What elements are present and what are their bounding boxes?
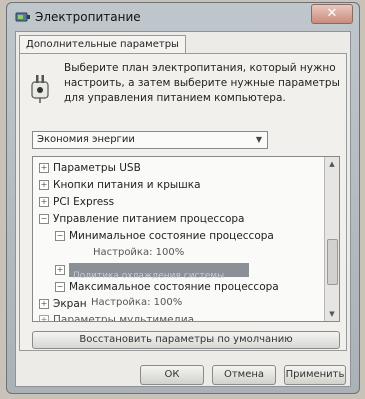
min-state-setting[interactable]: Настройка: 100% (93, 245, 184, 261)
tree-item-power-buttons[interactable]: + Кнопки питания и крышка (39, 177, 201, 193)
scroll-thumb[interactable] (327, 239, 338, 285)
power-options-window: Электропитание ✕ Дополнительные параметр… (6, 2, 360, 394)
selected-tree-row[interactable]: Политика охлаждения системы (69, 263, 249, 281)
dialog-client: Дополнительные параметры Выберите план э… (15, 31, 351, 387)
collapse-icon[interactable]: − (55, 282, 65, 292)
expand-icon[interactable]: + (39, 180, 49, 190)
scroll-up-icon[interactable]: ▲ (325, 157, 339, 171)
collapse-icon[interactable]: − (55, 231, 65, 241)
cancel-button[interactable]: Отмена (212, 365, 276, 385)
expand-icon[interactable]: + (39, 299, 49, 309)
expand-icon[interactable]: + (39, 197, 49, 207)
expand-icon[interactable]: + (39, 315, 49, 321)
expand-icon[interactable]: + (55, 265, 65, 275)
tree-item-processor-power[interactable]: − Управление питанием процессора (39, 211, 245, 227)
restore-defaults-button[interactable]: Восстановить параметры по умолчанию (32, 331, 340, 349)
apply-button[interactable]: Применить (284, 365, 346, 385)
tree-item-cooling-policy[interactable]: + (55, 262, 69, 278)
power-plan-value: Экономия энергии (37, 134, 135, 145)
tree-item-max-processor-state[interactable]: − Максимальное состояние процессора (55, 279, 279, 295)
power-plan-select[interactable]: Экономия энергии ▼ (32, 131, 268, 149)
power-options-icon (15, 12, 30, 22)
tree-item-usb[interactable]: + Параметры USB (39, 160, 141, 176)
scroll-down-icon[interactable]: ▼ (325, 307, 339, 321)
tree-item-pci-express[interactable]: + PCI Express (39, 194, 114, 210)
title-bar: Электропитание ✕ (7, 3, 359, 31)
tree-item-display[interactable]: + Экран (39, 296, 87, 312)
collapse-icon[interactable]: − (39, 214, 49, 224)
ok-button[interactable]: ОК (140, 365, 204, 385)
advanced-settings-panel: Выберите план электропитания, который ну… (19, 53, 347, 351)
close-button[interactable]: ✕ (311, 4, 353, 24)
tree-scrollbar[interactable]: ▲ ▼ (324, 157, 339, 321)
power-plug-icon (31, 75, 49, 103)
tab-advanced-settings[interactable]: Дополнительные параметры (19, 35, 186, 54)
settings-tree[interactable]: + Параметры USB + Кнопки питания и крышка … (32, 156, 340, 322)
expand-icon[interactable]: + (39, 163, 49, 173)
tree-item-min-processor-state[interactable]: − Минимальное состояние процессора (55, 228, 274, 244)
max-state-setting[interactable]: Настройка: 100% (91, 295, 182, 311)
instructions-text: Выберите план электропитания, который ну… (64, 62, 340, 104)
window-title: Электропитание (35, 10, 141, 24)
tree-item-multimedia[interactable]: + Параметры мультимедиа (39, 312, 194, 321)
chevron-down-icon[interactable]: ▼ (256, 132, 262, 148)
